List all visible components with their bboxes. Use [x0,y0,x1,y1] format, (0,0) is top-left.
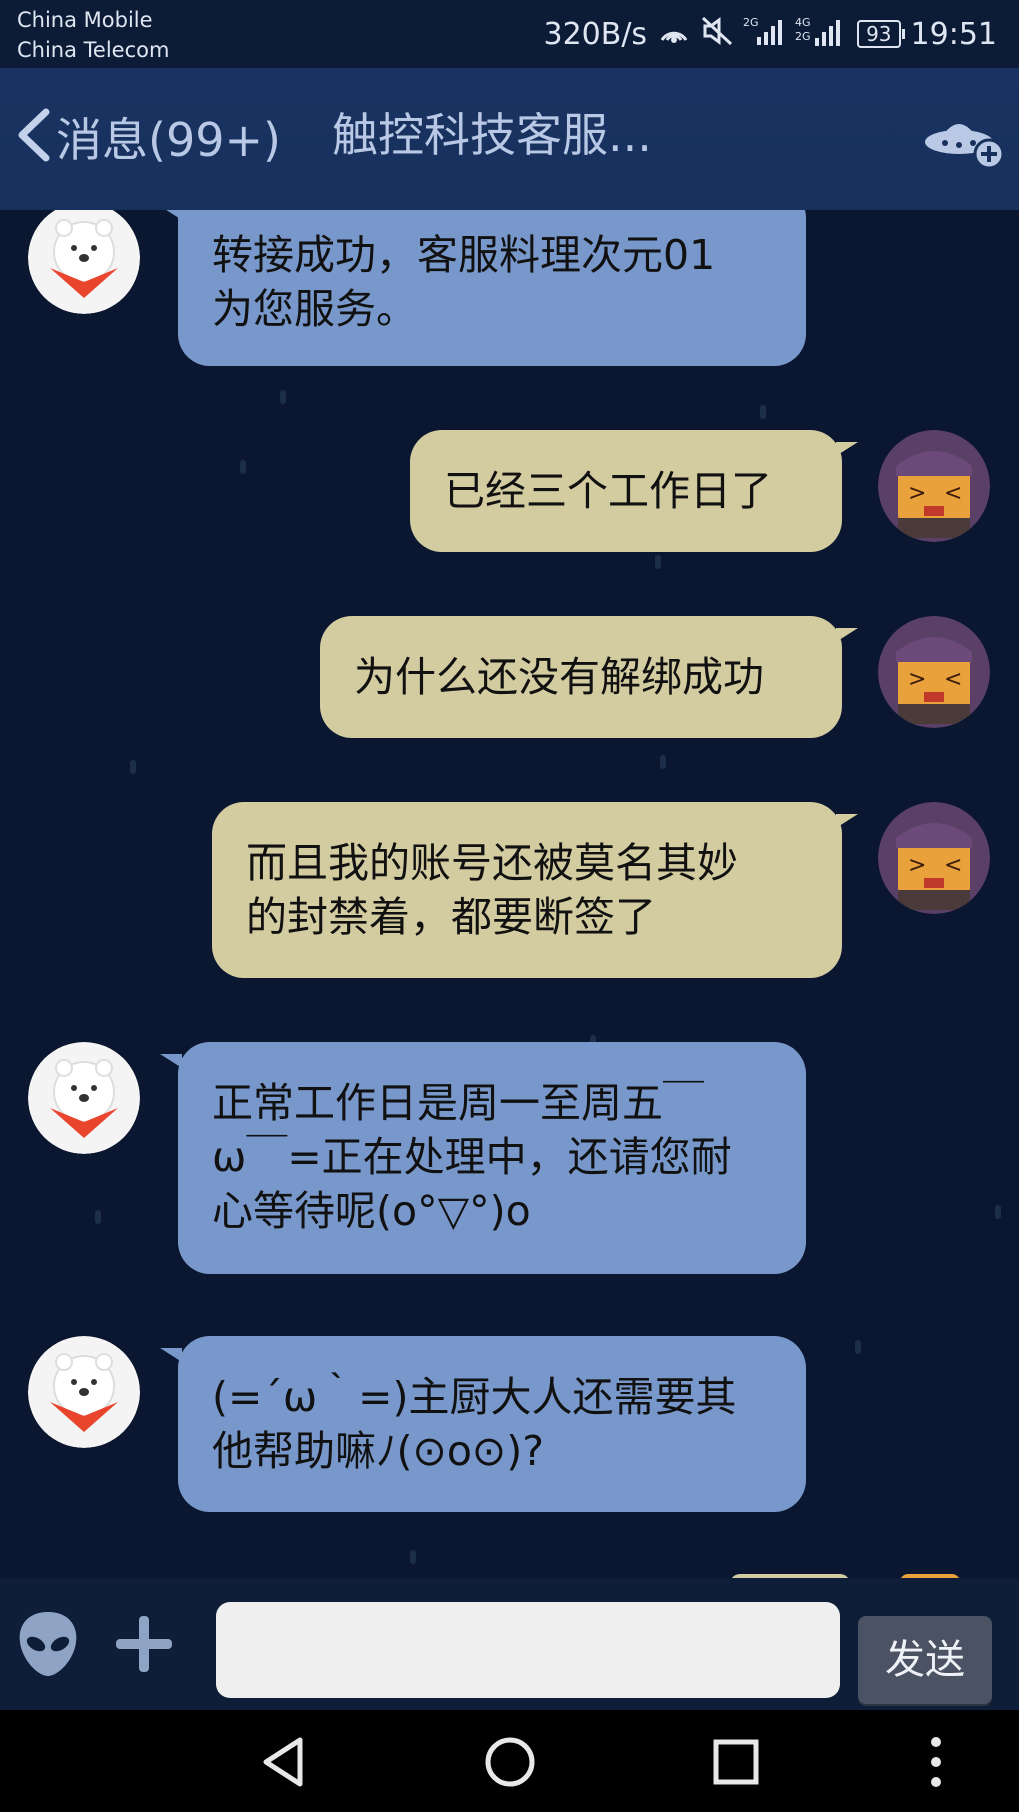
back-button[interactable]: 消息(99+) [14,104,281,176]
hotspot-icon [657,16,691,52]
message-text-line: 已经三个工作日了 [444,467,772,515]
message-bubble[interactable]: (=´ω｀=)主厨大人还需要其 他帮助嘛ﾉ(⊙o⊙)? [178,1336,806,1512]
system-navigation-bar [0,1710,1019,1812]
message-bubble[interactable]: 为什么还没有解绑成功 [320,616,842,738]
svg-text:>: > [908,667,926,692]
message-text-line: 的封禁着，都要断签了 [246,893,656,941]
user-avatar[interactable]: > < [878,802,990,914]
ufo-add-icon[interactable] [921,112,1007,172]
service-avatar[interactable] [28,210,140,314]
status-bar: China Mobile China Telecom 320B/s 2G 4G 2… [0,0,1019,68]
user-avatar[interactable]: > < [878,430,990,542]
message-text-line: 而且我的账号还被莫名其妙 [246,839,738,887]
signal-strength-icon-secondary: 4G 2G [795,14,847,54]
message-bubble[interactable]: 转接成功，客服料理次元01 为您服务。 [178,210,806,366]
carrier-name-secondary: China Telecom [17,38,170,62]
send-button[interactable]: 发送 [858,1616,992,1704]
signal-strength-icon: 2G [743,15,785,53]
status-indicators: 320B/s 2G 4G 2G 93 19:51 [543,12,997,56]
svg-text:<: < [944,667,962,692]
chat-title: 触控科技客服... [332,108,652,162]
message-text-line: (=´ω｀=)主厨大人还需要其 [212,1373,737,1421]
svg-text:<: < [944,481,962,506]
battery-indicator: 93 [857,20,906,48]
message-text-line: 心等待呢(o°▽°)o [212,1187,531,1235]
svg-text:<: < [944,853,962,878]
home-circle-icon[interactable] [482,1734,538,1790]
user-avatar[interactable]: > < [878,616,990,728]
message-text-line: 转接成功，客服料理次元01 [212,231,716,279]
message-text-line: 为什么还没有解绑成功 [354,653,764,701]
message-bubble[interactable]: 正常工作日是周一至周五￣ ω￣=正在处理中，还请您耐 心等待呢(o°▽°)o [178,1042,806,1274]
message-text-line: 他帮助嘛ﾉ(⊙o⊙)? [212,1427,545,1475]
network-speed: 320B/s [543,16,648,52]
service-avatar[interactable] [28,1336,140,1448]
service-avatar[interactable] [28,1042,140,1154]
chat-header: 消息(99+) 触控科技客服... [0,68,1019,210]
message-input[interactable] [216,1602,840,1698]
signal1-network-type: 2G [743,16,759,29]
message-list[interactable]: 转接成功，客服料理次元01 为您服务。 已经三个工作日了 > < 为什么还没有解绑… [0,210,1019,1578]
message-bubble[interactable]: 已经三个工作日了 [410,430,842,552]
svg-text:2G: 2G [795,30,811,43]
alien-emoji-icon[interactable] [16,1608,80,1680]
chevron-left-icon [14,104,54,176]
message-bubble[interactable]: 而且我的账号还被莫名其妙 的封禁着，都要断签了 [212,802,842,978]
back-triangle-icon[interactable] [256,1734,312,1790]
svg-text:>: > [908,853,926,878]
more-options-icon[interactable] [908,1734,964,1790]
message-text-line: ω￣=正在处理中，还请您耐 [212,1133,732,1181]
message-text-line: 正常工作日是周一至周五￣ [212,1079,704,1127]
back-button-label: 消息(99+) [56,113,281,167]
mute-icon [701,16,733,52]
carrier-name-primary: China Mobile [17,8,153,32]
chat-input-bar: 发送 [0,1578,1019,1710]
recent-apps-square-icon[interactable] [708,1734,764,1790]
clock: 19:51 [910,16,997,52]
svg-text:4G: 4G [795,16,811,29]
message-text-line: 为您服务。 [212,285,417,333]
plus-icon[interactable] [112,1612,176,1676]
svg-text:>: > [908,481,926,506]
